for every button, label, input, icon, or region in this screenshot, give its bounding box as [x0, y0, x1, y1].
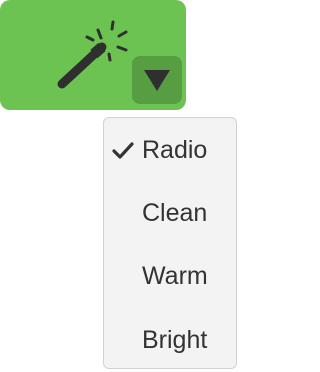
filter-menu: Radio Clean Warm Bright — [103, 117, 237, 369]
checkmark-icon — [112, 142, 134, 159]
filter-effects-button[interactable] — [0, 0, 186, 110]
filter-dropdown-toggle[interactable] — [132, 56, 182, 104]
menu-item-label: Radio — [142, 136, 208, 164]
menu-item-warm[interactable]: Warm — [104, 246, 236, 306]
caret-down-icon — [144, 70, 170, 91]
menu-item-clean[interactable]: Clean — [104, 183, 236, 243]
menu-item-bright[interactable]: Bright — [104, 310, 236, 370]
menu-item-label: Clean — [142, 199, 208, 227]
menu-item-radio[interactable]: Radio — [104, 120, 236, 180]
menu-item-label: Warm — [142, 262, 208, 290]
menu-item-label: Bright — [142, 326, 208, 354]
magic-wand-icon — [57, 20, 128, 89]
